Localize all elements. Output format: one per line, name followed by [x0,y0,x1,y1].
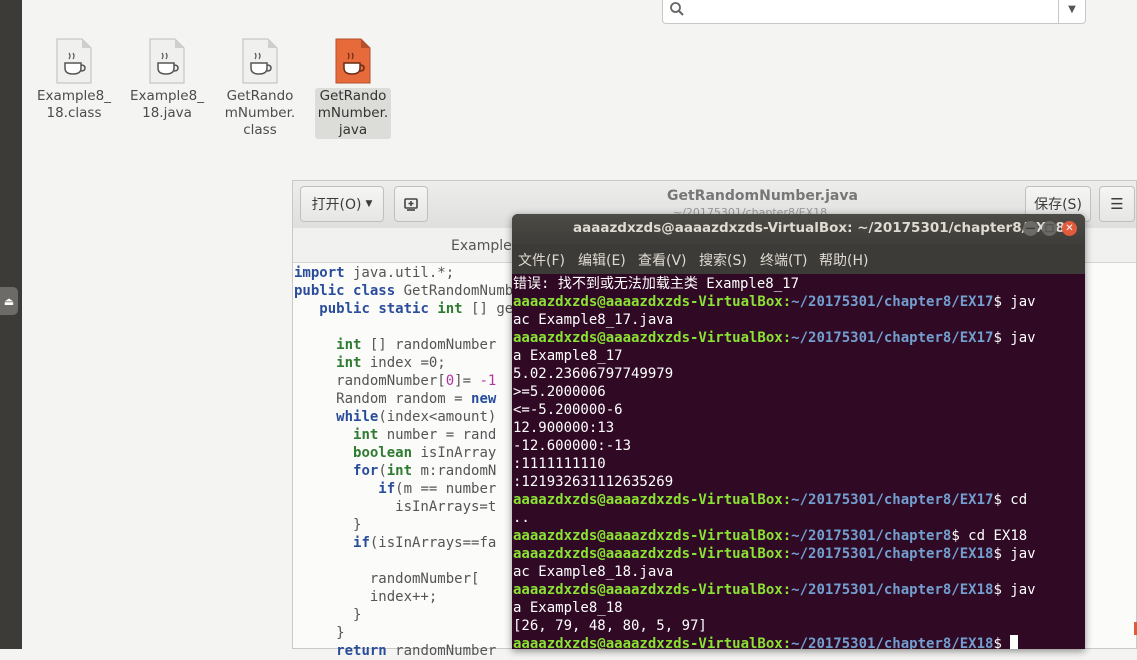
terminal-line: aaaazdxzds@aaaazdxzds-VirtualBox:~/20175… [513,492,1028,508]
terminal-line: ac Example8_18.java [513,564,674,580]
java-coffee-icon [335,38,371,84]
open-button[interactable]: 打开(O) ▼ [300,186,384,222]
terminal-line: aaaazdxzds@aaaazdxzds-VirtualBox:~/20175… [513,582,1036,598]
open-button-label: 打开(O) [311,197,362,213]
terminal-line: :1111111110 [513,456,606,472]
terminal-line: a Example8_18 [513,600,623,616]
file-name: Example8_ 18.class [37,88,111,121]
terminal-line: aaaazdxzds@aaaazdxzds-VirtualBox:~/20175… [513,528,1028,544]
search-icon [670,2,684,16]
launcher-dock: ⏏ [0,0,22,649]
terminal-title: aaaazdxzds@aaaazdxzds-VirtualBox: ~/2017… [573,220,1065,236]
terminal-menu-item[interactable]: 查看(V) [638,250,687,270]
java-coffee-icon [242,38,278,84]
terminal-output[interactable]: 错误: 找不到或无法加载主类 Example8_17 aaaazdxzds@aaa… [513,275,1083,649]
terminal-titlebar[interactable]: aaaazdxzds@aaaazdxzds-VirtualBox: ~/2017… [512,214,1085,244]
terminal-line: aaaazdxzds@aaaazdxzds-VirtualBox:~/20175… [513,330,1036,346]
terminal-line: a Example8_17 [513,348,623,364]
terminal-menu-item[interactable]: 终端(T) [760,250,807,270]
file-item[interactable]: Example8_ 18.class [34,38,114,122]
close-icon[interactable]: ✕ [1062,221,1077,236]
search-bar[interactable]: ▼ [662,0,1086,24]
terminal-line: 12.900000:13 [513,420,615,436]
save-button-label: 保存(S) [1034,197,1082,213]
minimize-icon[interactable]: — [1023,221,1038,236]
file-name: GetRando mNumber. java [314,88,392,139]
terminal-line: -12.600000:-13 [513,438,632,454]
terminal-line: aaaazdxzds@aaaazdxzds-VirtualBox:~/20175… [513,635,1083,649]
terminal-line: 错误: 找不到或无法加载主类 Example8_17 [513,276,800,292]
document-add-icon [404,198,418,211]
terminal-line: .. [513,510,530,526]
new-tab-button[interactable] [394,186,428,222]
file-item[interactable]: GetRando mNumber. class [220,38,300,139]
terminal-menu-item[interactable]: 编辑(E) [578,250,626,270]
file-name: GetRando mNumber. class [224,88,296,138]
window-title: GetRandomNumber.java [667,188,858,204]
terminal-line: [26, 79, 48, 80, 5, 97] [513,618,707,634]
search-dropdown-button[interactable]: ▼ [1058,0,1085,23]
terminal-menu-item[interactable]: 搜索(S) [699,250,747,270]
terminal-line: :121932631112635269 [513,474,674,490]
terminal-window: aaaazdxzds@aaaazdxzds-VirtualBox: ~/2017… [512,214,1085,649]
maximize-icon[interactable]: □ [1042,221,1057,236]
terminal-menu-item[interactable]: 帮助(H) [819,250,868,270]
file-item[interactable]: GetRando mNumber. java [313,38,393,139]
terminal-line: ac Example8_17.java [513,312,674,328]
terminal-line: <=-5.200000-6 [513,402,623,418]
terminal-line: aaaazdxzds@aaaazdxzds-VirtualBox:~/20175… [513,294,1036,310]
terminal-cursor [1010,635,1019,649]
java-coffee-icon [149,38,185,84]
terminal-line: 5.02.23606797749979 [513,366,674,382]
file-item[interactable]: Example8_ 18.java [127,38,207,122]
java-coffee-icon [56,38,92,84]
terminal-line: >=5.2000006 [513,384,606,400]
terminal-menubar: 文件(F) 编辑(E) 查看(V) 搜索(S) 终端(T) 帮助(H) [512,244,1085,274]
eject-icon[interactable]: ⏏ [0,287,18,315]
terminal-menu-item[interactable]: 文件(F) [518,250,565,270]
file-name: Example8_ 18.java [130,88,204,121]
terminal-line: aaaazdxzds@aaaazdxzds-VirtualBox:~/20175… [513,546,1036,562]
hamburger-menu-icon[interactable]: ☰ [1099,186,1135,222]
chevron-down-icon: ▼ [365,199,373,209]
